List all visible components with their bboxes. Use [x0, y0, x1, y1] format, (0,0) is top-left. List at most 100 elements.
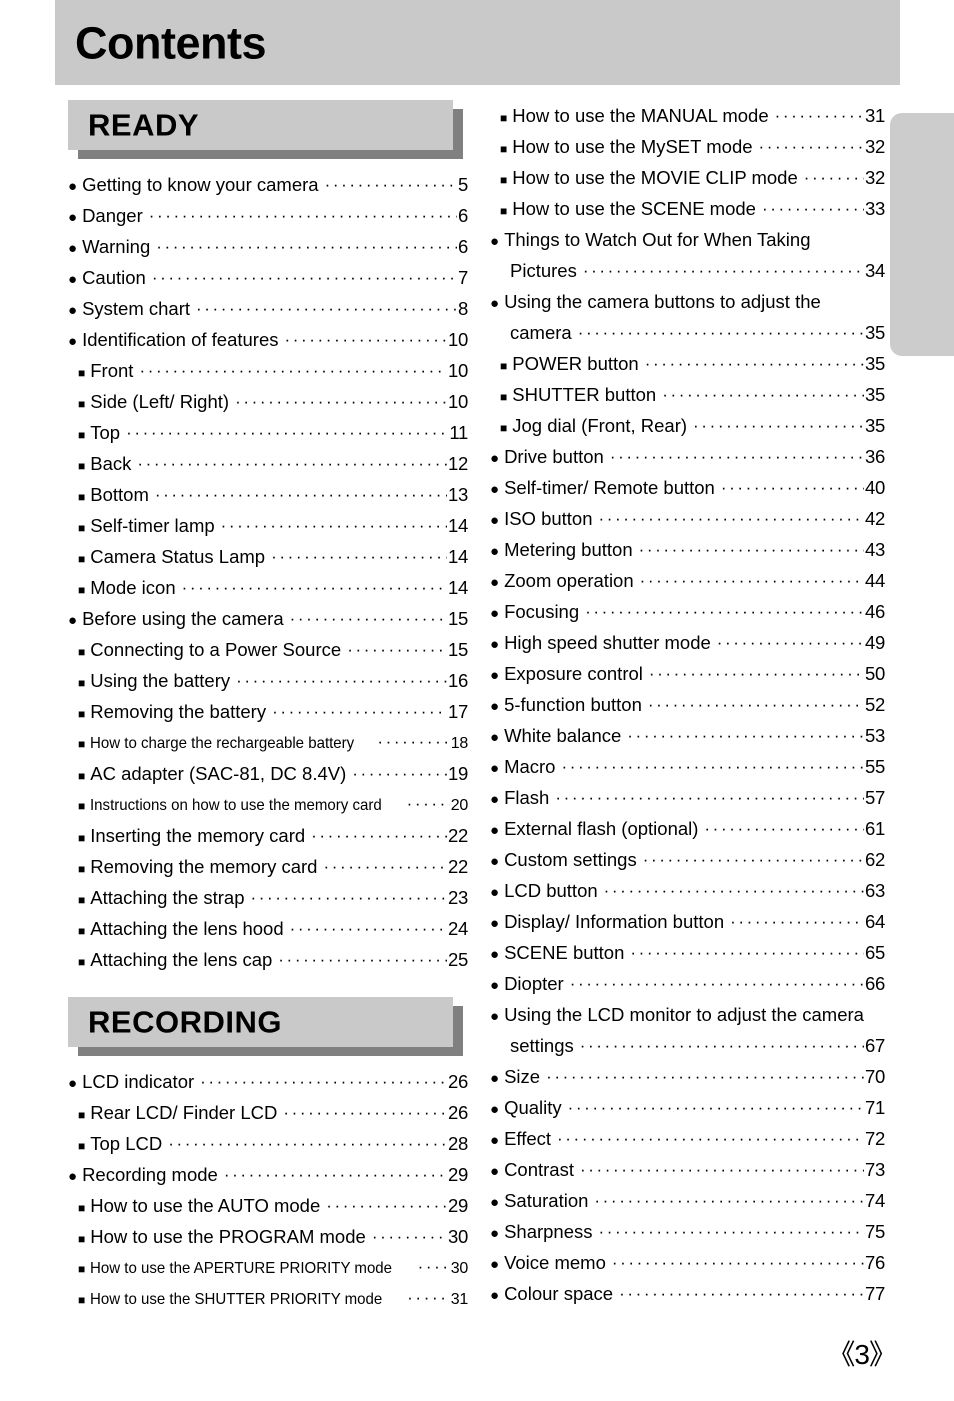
- toc-entry[interactable]: ● Macro ··································…: [490, 751, 885, 782]
- bullet-square-icon: ■: [78, 769, 86, 783]
- toc-entry[interactable]: ● 5-function button ······················…: [490, 689, 885, 720]
- toc-entry-page: 14: [448, 577, 468, 598]
- toc-entry[interactable]: ● Focusing ·······························…: [490, 596, 885, 627]
- toc-entry[interactable]: ■ Instructions on how to use the memory c…: [68, 789, 468, 820]
- toc-entry-page: 49: [865, 632, 885, 653]
- toc-entry[interactable]: ● Exposure control ·······················…: [490, 658, 885, 689]
- toc-entry[interactable]: ● System chart ···························…: [68, 293, 468, 324]
- toc-entry[interactable]: ■ Back ···································…: [68, 448, 468, 479]
- toc-entry[interactable]: ● SCENE button ···························…: [490, 937, 885, 968]
- toc-entry[interactable]: ■ How to use the PROGRAM mode ············…: [68, 1221, 468, 1252]
- toc-entry-label: Flash: [504, 787, 550, 808]
- toc-entry[interactable]: ■ How to use the MANUAL mode ·············…: [490, 100, 885, 131]
- bullet-circle-icon: ●: [490, 760, 500, 777]
- toc-entry[interactable]: ■ Front ··································…: [68, 355, 468, 386]
- toc-entry[interactable]: ■ How to use the MySET mode ··············…: [490, 131, 885, 162]
- toc-entry-page: 66: [865, 973, 885, 994]
- toc-entry[interactable]: ■ How to use the AUTO mode ···············…: [68, 1190, 468, 1221]
- toc-entry[interactable]: ● Danger ·································…: [68, 200, 468, 231]
- toc-entry[interactable]: ■ Top LCD ································…: [68, 1128, 468, 1159]
- toc-entry[interactable]: ■ Self-timer lamp ························…: [68, 510, 468, 541]
- toc-entry[interactable]: ● Custom settings ························…: [490, 844, 885, 875]
- toc-entry[interactable]: ● Caution ································…: [68, 262, 468, 293]
- toc-entry[interactable]: ■ Side (Left/ Right) ·····················…: [68, 386, 468, 417]
- toc-entry[interactable]: ■ Attaching the lens hood ················…: [68, 913, 468, 944]
- dot-leader: ········································…: [611, 1253, 864, 1272]
- toc-entry[interactable]: ● Effect ·································…: [490, 1123, 885, 1154]
- toc-entry[interactable]: ● Colour space ···························…: [490, 1278, 885, 1309]
- toc-entry[interactable]: ● Display/ Information button ············…: [490, 906, 885, 937]
- toc-entry[interactable]: ● LCD indicator ··························…: [68, 1066, 468, 1097]
- bullet-circle-icon: ●: [490, 1194, 500, 1211]
- toc-entry[interactable]: ● Sharpness ······························…: [490, 1216, 885, 1247]
- toc-entry[interactable]: ● Self-timer/ Remote button ··············…: [490, 472, 885, 503]
- toc-entry-label: Using the battery: [90, 670, 231, 691]
- toc-entry[interactable]: ■ How to use the SHUTTER PRIORITY mode ···…: [68, 1283, 468, 1314]
- toc-entry[interactable]: ■ Using the battery ······················…: [68, 665, 468, 696]
- toc-entry[interactable]: ■ How to use the MOVIE CLIP mode ·········…: [490, 162, 885, 193]
- toc-entry-line: settings ································…: [490, 1030, 885, 1061]
- toc-entry-page: 32: [865, 136, 885, 157]
- toc-entry[interactable]: ■ Attaching the strap ····················…: [68, 882, 468, 913]
- toc-entry[interactable]: ■ Mode icon ······························…: [68, 572, 468, 603]
- toc-entry[interactable]: ● ISO button ·····························…: [490, 503, 885, 534]
- bullet-circle-icon: ●: [68, 178, 78, 195]
- toc-entry[interactable]: ■ Removing the battery ···················…: [68, 696, 468, 727]
- toc-entry[interactable]: ● Warning ································…: [68, 231, 468, 262]
- toc-entry[interactable]: ● Getting to know your camera ············…: [68, 169, 468, 200]
- toc-entry[interactable]: ● Metering button ························…: [490, 534, 885, 565]
- bullet-square-icon: ■: [500, 421, 508, 435]
- toc-entry[interactable]: ■ Camera Status Lamp ·····················…: [68, 541, 468, 572]
- toc-entry[interactable]: ■ How to use the SCENE mode ··············…: [490, 193, 885, 224]
- toc-entry-page: 33: [865, 198, 885, 219]
- toc-entry[interactable]: ■ AC adapter (SAC-81, DC 8.4V) ···········…: [68, 758, 468, 789]
- toc-entry-label: Sharpness: [504, 1221, 593, 1242]
- toc-entry[interactable]: ● Things to Watch Out for When Taking Pict…: [490, 224, 885, 286]
- toc-entry-page: 35: [865, 415, 885, 436]
- toc-entry[interactable]: ■ Connecting to a Power Source ···········…: [68, 634, 468, 665]
- toc-entry-label: Recording mode: [82, 1164, 218, 1185]
- toc-entry[interactable]: ● Zoom operation ·························…: [490, 565, 885, 596]
- toc-entry[interactable]: ■ SHUTTER button ·························…: [490, 379, 885, 410]
- dot-leader: ········································…: [569, 974, 864, 993]
- toc-entry[interactable]: ● LCD button ·····························…: [490, 875, 885, 906]
- toc-column-left: READY ● Getting to know your camera ·······…: [68, 100, 468, 1314]
- toc-entry[interactable]: ● Size ···································…: [490, 1061, 885, 1092]
- toc-entry[interactable]: ● Drive button ···························…: [490, 441, 885, 472]
- toc-entry[interactable]: ● Contrast ·······························…: [490, 1154, 885, 1185]
- toc-entry-page: 15: [448, 639, 468, 660]
- toc-entry[interactable]: ● Flash ··································…: [490, 782, 885, 813]
- toc-entry-label: High speed shutter mode: [504, 632, 711, 653]
- toc-entry[interactable]: ● Voice memo ·····························…: [490, 1247, 885, 1278]
- toc-entry-page: 14: [448, 515, 468, 536]
- toc-entry[interactable]: ■ Top ····································…: [68, 417, 468, 448]
- toc-entry[interactable]: ■ Attaching the lens cap ·················…: [68, 944, 468, 975]
- toc-entry-label: Voice memo: [504, 1252, 606, 1273]
- toc-entry-page: 6: [458, 205, 468, 226]
- toc-entry[interactable]: ● Before using the camera ················…: [68, 603, 468, 634]
- toc-entry[interactable]: ● Quality ································…: [490, 1092, 885, 1123]
- toc-entry[interactable]: ■ Removing the memory card ···············…: [68, 851, 468, 882]
- toc-entry[interactable]: ● White balance ··························…: [490, 720, 885, 751]
- toc-entry[interactable]: ■ Jog dial (Front, Rear) ·················…: [490, 410, 885, 441]
- toc-entry[interactable]: ● High speed shutter mode ················…: [490, 627, 885, 658]
- toc-entry[interactable]: ■ How to charge the rechargeable battery ·…: [68, 727, 468, 758]
- dot-leader: ········································…: [236, 671, 448, 690]
- toc-entry[interactable]: ■ How to use the APERTURE PRIORITY mode ··…: [68, 1252, 468, 1283]
- toc-entry[interactable]: ● Using the camera buttons to adjust the c…: [490, 286, 885, 348]
- dot-leader: ········································…: [407, 1288, 450, 1307]
- toc-entry[interactable]: ■ Inserting the memory card ··············…: [68, 820, 468, 851]
- toc-entry[interactable]: ■ Bottom ·································…: [68, 479, 468, 510]
- toc-entry[interactable]: ● Identification of features ·············…: [68, 324, 468, 355]
- toc-entry[interactable]: ■ POWER button ···························…: [490, 348, 885, 379]
- toc-entry[interactable]: ■ Rear LCD/ Finder LCD ···················…: [68, 1097, 468, 1128]
- toc-entry[interactable]: ● Diopter ································…: [490, 968, 885, 999]
- toc-entry[interactable]: ● External flash (optional) ··············…: [490, 813, 885, 844]
- toc-entry[interactable]: ● Using the LCD monitor to adjust the cam…: [490, 999, 885, 1061]
- toc-entry[interactable]: ● Saturation ·····························…: [490, 1185, 885, 1216]
- bullet-circle-icon: ●: [490, 233, 500, 250]
- dot-leader: ········································…: [220, 516, 447, 535]
- toc-entry[interactable]: ● Recording mode ·························…: [68, 1159, 468, 1190]
- dot-leader: ········································…: [546, 1067, 864, 1086]
- bullet-circle-icon: ●: [68, 1168, 78, 1185]
